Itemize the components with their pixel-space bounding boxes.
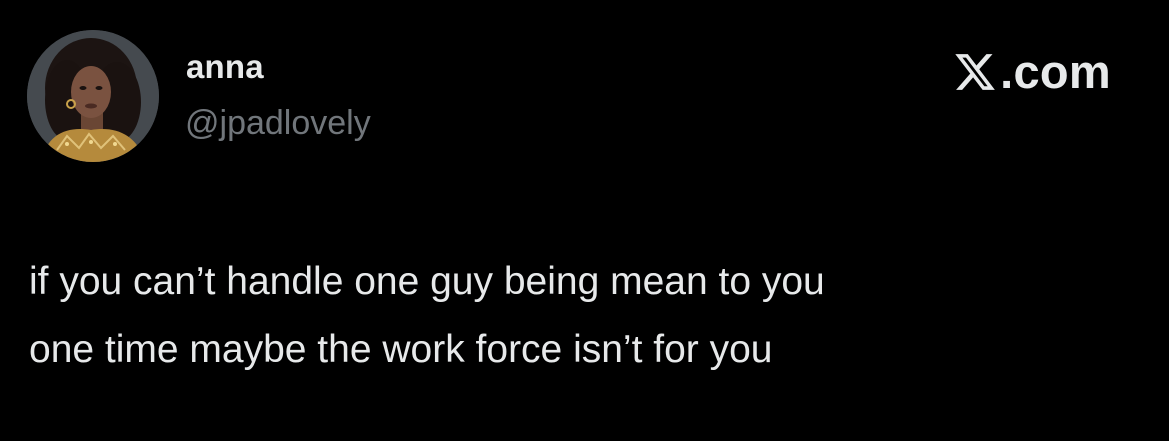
tweet-text-line: one time maybe the work force isn’t for … [29,328,773,371]
author-handle[interactable]: @jpadlovely [185,103,371,143]
avatar[interactable] [27,30,159,162]
author-display-name[interactable]: anna [186,47,264,87]
brand-domain-text: .com [1000,45,1111,98]
x-logo-icon [955,54,995,90]
tweet-text-line: if you can’t handle one guy being mean t… [29,260,825,303]
tweet-card: anna @jpadlovely .com if you can’t handl… [0,0,1169,441]
avatar-image [27,30,159,162]
tweet-text: if you can’t handle one guy being mean t… [29,248,1129,384]
site-brand: .com [953,46,1111,98]
